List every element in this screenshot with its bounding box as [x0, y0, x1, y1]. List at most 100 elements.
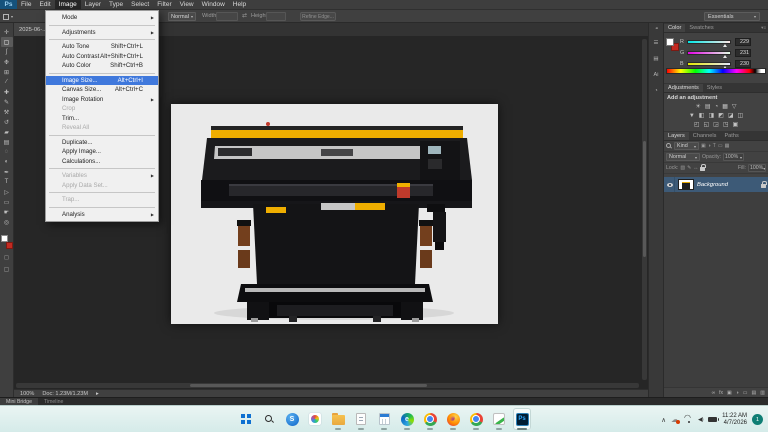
firefox-icon[interactable]	[444, 408, 462, 430]
adjustment-icon[interactable]: ◧	[699, 112, 705, 119]
horizontal-scrollbar[interactable]	[16, 383, 639, 388]
layers-action-icon[interactable]: ◑	[736, 390, 739, 396]
vertical-scrollbar[interactable]	[642, 39, 647, 380]
menubar-item[interactable]: Image	[55, 0, 81, 9]
menubar-item[interactable]: File	[17, 0, 35, 9]
menu-item[interactable]: Image Rotation ▶	[46, 95, 158, 105]
layer-filter-select[interactable]: Kind ▾	[674, 142, 699, 150]
background-color-swatch[interactable]	[6, 242, 13, 249]
history-brush-tool[interactable]: ↺	[1, 117, 13, 127]
channel-value[interactable]: 230	[735, 60, 751, 68]
path-selection-tool[interactable]: ▷	[1, 187, 13, 197]
notepad-icon[interactable]	[352, 408, 370, 430]
channel-value[interactable]: 231	[735, 49, 751, 57]
height-input[interactable]	[266, 12, 286, 21]
gradient-tool[interactable]: ▤	[1, 137, 13, 147]
menu-item[interactable]: ▶	[46, 205, 158, 210]
panel-tab[interactable]: Styles	[703, 84, 726, 92]
adjustment-icon[interactable]: ◱	[703, 121, 709, 128]
clone-stamp-tool[interactable]: ⚒	[1, 107, 13, 117]
brush-tool[interactable]: ✎	[1, 97, 13, 107]
fill-value[interactable]: 100% ▾	[748, 164, 766, 172]
horizontal-scrollbar-thumb[interactable]	[190, 384, 427, 387]
layers-action-icon[interactable]: ∞	[712, 390, 716, 396]
menubar-item[interactable]: Edit	[35, 0, 54, 9]
menu-item[interactable]: ▶	[46, 133, 158, 138]
panel-tab[interactable]: Channels	[689, 132, 721, 140]
rectangular-marquee-tool[interactable]: ▢	[1, 37, 13, 47]
chrome2-icon[interactable]	[467, 408, 485, 430]
battery-icon[interactable]	[708, 417, 717, 422]
notification-badge[interactable]: 1	[752, 414, 763, 425]
history-panel-icon[interactable]: ☰	[654, 40, 659, 46]
menu-item[interactable]: ▶	[46, 23, 158, 28]
adjustment-icon[interactable]: ◩	[718, 112, 724, 119]
onedrive-cloud-icon[interactable]: ☁	[671, 416, 679, 424]
clock[interactable]: 11:22 AM 4/7/2026	[722, 413, 747, 427]
adjustment-icon[interactable]: ▣	[733, 121, 739, 128]
layers-action-icon[interactable]: fx	[719, 390, 723, 396]
adjustment-icon[interactable]: ☀	[696, 103, 701, 110]
menu-item[interactable]: ▶	[46, 166, 158, 171]
panel-tab[interactable]: Layers	[664, 132, 689, 140]
color-swatches[interactable]	[1, 235, 13, 249]
layers-action-icon[interactable]: ▤	[752, 390, 757, 396]
menu-item[interactable]: Duplicate... ▶	[46, 138, 158, 148]
lock-option-icon[interactable]: ↔	[693, 165, 698, 171]
menu-item[interactable]: Crop ▶	[46, 104, 158, 114]
blend-mode-select[interactable]: Normal ▾	[666, 153, 700, 161]
eraser-tool[interactable]: ▰	[1, 127, 13, 137]
menubar-item[interactable]: Filter	[153, 0, 175, 9]
expand-panels-icon[interactable]: ◂◂	[655, 26, 657, 30]
menubar-item[interactable]: Layer	[81, 0, 105, 9]
pen-tool[interactable]: ✒	[1, 167, 13, 177]
adjustment-icon[interactable]: ◨	[708, 112, 714, 119]
layer-filter-icon[interactable]: T	[713, 143, 716, 149]
adjustment-icon[interactable]: ◫	[737, 112, 743, 119]
menu-item[interactable]: ▶	[46, 71, 158, 76]
menu-item[interactable]: Auto Tone Shift+Ctrl+L ▶	[46, 42, 158, 52]
blur-tool[interactable]: ◌	[1, 147, 13, 157]
panel-menu-icon[interactable]: ▾≡	[761, 25, 768, 32]
lasso-tool[interactable]: ʃ	[1, 47, 13, 57]
menubar-item[interactable]: Help	[229, 0, 250, 9]
menubar-item[interactable]: View	[176, 0, 198, 9]
menu-item[interactable]: Trim... ▶	[46, 114, 158, 124]
hand-tool[interactable]: ☛	[1, 207, 13, 217]
menu-item[interactable]: Apply Image... ▶	[46, 147, 158, 157]
opacity-value[interactable]: 100% ▾	[723, 153, 744, 161]
mini-bridge-button[interactable]: Mini Bridge	[0, 398, 38, 405]
menu-item[interactable]: ▶	[46, 37, 158, 42]
start-icon[interactable]	[237, 408, 255, 430]
menu-item[interactable]: Image Size... Alt+Ctrl+I ▶	[46, 76, 158, 86]
panel-color-swatches[interactable]	[666, 38, 679, 51]
tool-preset-picker[interactable]: ▾	[2, 12, 22, 21]
volume-icon[interactable]: ◀)	[698, 417, 703, 423]
channel-slider[interactable]	[687, 51, 731, 55]
panel-tab[interactable]: Adjustments	[664, 84, 703, 92]
eyedropper-tool[interactable]: ∕	[1, 77, 13, 87]
menu-item[interactable]: Variables ▶	[46, 171, 158, 181]
layer-filter-icon[interactable]: ▭	[718, 143, 723, 149]
layer-filter-icon[interactable]: ◑	[708, 143, 711, 149]
adjustment-icon[interactable]: ▦	[722, 103, 728, 110]
photos-icon[interactable]	[306, 408, 324, 430]
lock-option-icon[interactable]: ▨	[680, 165, 685, 171]
menubar-item[interactable]: Window	[198, 0, 229, 9]
screen-mode-icon[interactable]: ▢	[4, 266, 10, 273]
edge-icon[interactable]: e	[398, 408, 416, 430]
skype-icon[interactable]: S	[283, 408, 301, 430]
wifi-icon[interactable]	[684, 416, 693, 423]
zoom-tool[interactable]: ◎	[1, 217, 13, 227]
layer-filter-icon[interactable]: ▣	[701, 143, 706, 149]
quick-mask-icon[interactable]: ◻	[4, 254, 9, 261]
menu-item[interactable]: Adjustments ▶	[46, 28, 158, 38]
quick-selection-tool[interactable]: ❉	[1, 57, 13, 67]
adjustment-icon[interactable]: ◔	[715, 104, 719, 110]
paint-icon[interactable]	[490, 408, 508, 430]
photoshop-logo[interactable]: Ps	[0, 0, 17, 9]
menu-item[interactable]: ▶	[46, 190, 158, 195]
crop-tool[interactable]: ⊞	[1, 67, 13, 77]
channel-slider[interactable]	[687, 62, 731, 66]
canvas-image[interactable]	[171, 104, 498, 324]
